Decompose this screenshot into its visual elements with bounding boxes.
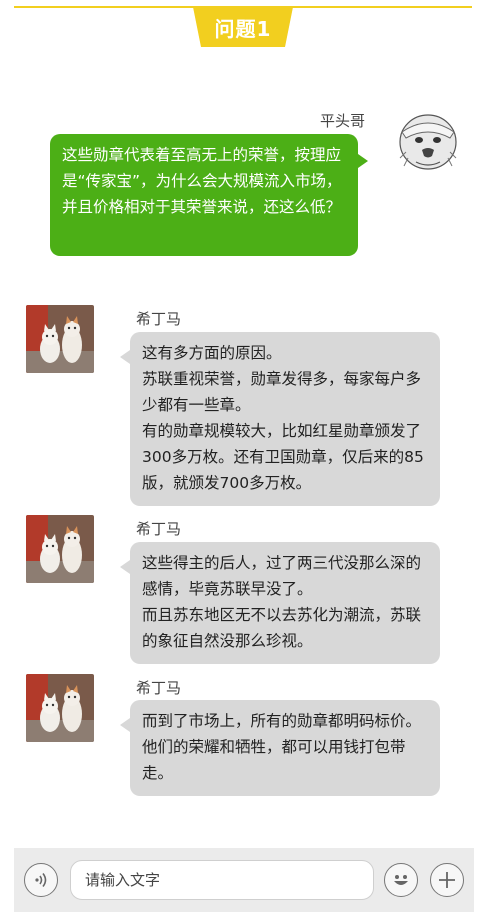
bubble-tail xyxy=(120,718,130,732)
cats-avatar-icon[interactable] xyxy=(26,515,94,583)
emoji-button[interactable] xyxy=(384,863,418,897)
message-text: 而且苏东地区无不以去苏化为潮流，苏联的象征自然没那么珍视。 xyxy=(142,606,422,650)
message-text: 苏联重视荣誉，勋章发得多，每家每户多少都有一些章。 xyxy=(142,370,422,414)
honey-badger-avatar-icon[interactable] xyxy=(392,106,464,176)
message-bubble: 而到了市场上，所有的勋章都明码标价。他们的荣耀和牺牲，都可以用钱打包带走。 xyxy=(120,700,440,796)
question-banner: 问题1 xyxy=(193,7,293,47)
bubble-tail xyxy=(120,560,130,574)
message-author: 平头哥 xyxy=(320,112,366,130)
plus-icon xyxy=(439,872,455,888)
message-text: 这些得主的后人，过了两三代没那么深的感情，毕竟苏联早没了。 xyxy=(142,554,422,598)
message-bubble: 这有多方面的原因。 苏联重视荣誉，勋章发得多，每家每户多少都有一些章。 有的勋章… xyxy=(120,332,440,506)
message-text: 这有多方面的原因。 xyxy=(142,344,282,362)
message-bubble: 这些得主的后人，过了两三代没那么深的感情，毕竟苏联早没了。 而且苏东地区无不以去… xyxy=(120,542,440,664)
message-author: 希丁马 xyxy=(136,520,182,538)
chat-input-bar xyxy=(14,848,474,912)
message-bubble: 这些勋章代表着至高无上的荣誉，按理应是“传家宝”，为什么会大规模流入市场，并且价… xyxy=(50,134,368,256)
cats-avatar-icon[interactable] xyxy=(26,674,94,742)
voice-icon xyxy=(35,873,47,887)
message-text: 有的勋章规模较大，比如红星勋章颁发了300多万枚。还有卫国勋章，仅后来的85版，… xyxy=(142,422,424,492)
question-title: 问题1 xyxy=(214,16,272,41)
add-button[interactable] xyxy=(430,863,464,897)
bubble-tail xyxy=(358,154,368,168)
emoji-icon xyxy=(394,875,408,885)
message-author: 希丁马 xyxy=(136,679,182,697)
cats-avatar-icon[interactable] xyxy=(26,305,94,373)
message-text: 而到了市场上，所有的勋章都明码标价。他们的荣耀和牺牲，都可以用钱打包带走。 xyxy=(142,712,422,782)
voice-button[interactable] xyxy=(24,863,58,897)
message-input[interactable] xyxy=(70,860,374,900)
message-author: 希丁马 xyxy=(136,310,182,328)
bubble-tail xyxy=(120,350,130,364)
message-text: 这些勋章代表着至高无上的荣誉，按理应是“传家宝”，为什么会大规模流入市场，并且价… xyxy=(62,146,342,216)
